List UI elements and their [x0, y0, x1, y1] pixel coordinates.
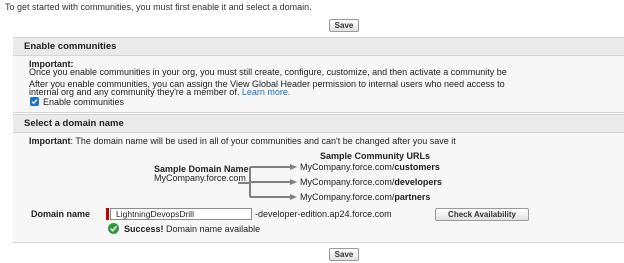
- success-icon: [108, 223, 119, 234]
- success-message: Success! Domain name available: [124, 224, 260, 234]
- domain-suffix: -developer-edition.ap24.force.com: [255, 209, 392, 219]
- sample-url-customers: MyCompany.force.com/customers: [300, 162, 440, 172]
- save-button-top[interactable]: Save: [329, 19, 359, 32]
- sample-url-prefix: MyCompany.force.com/: [300, 162, 395, 172]
- checkmark-icon: [31, 99, 38, 105]
- check-availability-button[interactable]: Check Availability: [435, 208, 529, 221]
- sample-url-prefix: MyCompany.force.com/: [300, 192, 395, 202]
- domain-important-label: Important: [29, 136, 71, 146]
- domain-header: Select a domain name: [13, 115, 624, 133]
- domain-important: Important: The domain name will be used …: [29, 136, 456, 146]
- sample-url-developers: MyCompany.force.com/developers: [300, 177, 442, 187]
- required-indicator: [106, 208, 109, 220]
- enable-communities-checkbox[interactable]: [30, 97, 39, 106]
- domain-name-input[interactable]: [110, 208, 252, 220]
- domain-arrows: [238, 164, 297, 200]
- domain-name-label: Domain name: [31, 209, 91, 219]
- save-button-bottom[interactable]: Save: [329, 248, 359, 261]
- success-label: Success!: [124, 224, 164, 234]
- intro-text: To get started with communities, you mus…: [5, 2, 312, 12]
- important-text: Once you enable communities in your org,…: [29, 67, 507, 77]
- sample-urls-title: Sample Community URLs: [320, 151, 431, 161]
- enable-communities-header: Enable communities: [13, 38, 624, 56]
- sample-url-prefix: MyCompany.force.com/: [300, 177, 395, 187]
- sample-url-path: developers: [394, 177, 442, 187]
- sample-url-path: partners: [394, 192, 431, 202]
- enable-communities-label: Enable communities: [43, 97, 125, 107]
- sample-url-path: customers: [394, 162, 440, 172]
- header-permission-text-2: internal org and any community they're a…: [29, 87, 290, 97]
- domain-important-text: : The domain name will be used in all of…: [70, 136, 456, 146]
- domain-title: Select a domain name: [24, 118, 124, 129]
- learn-more-link[interactable]: Learn more.: [242, 87, 291, 97]
- header-permission-text-2-body: internal org and any community they're a…: [29, 87, 240, 97]
- success-text: Domain name available: [166, 224, 261, 234]
- sample-url-partners: MyCompany.force.com/partners: [300, 192, 430, 202]
- enable-communities-title: Enable communities: [24, 41, 117, 52]
